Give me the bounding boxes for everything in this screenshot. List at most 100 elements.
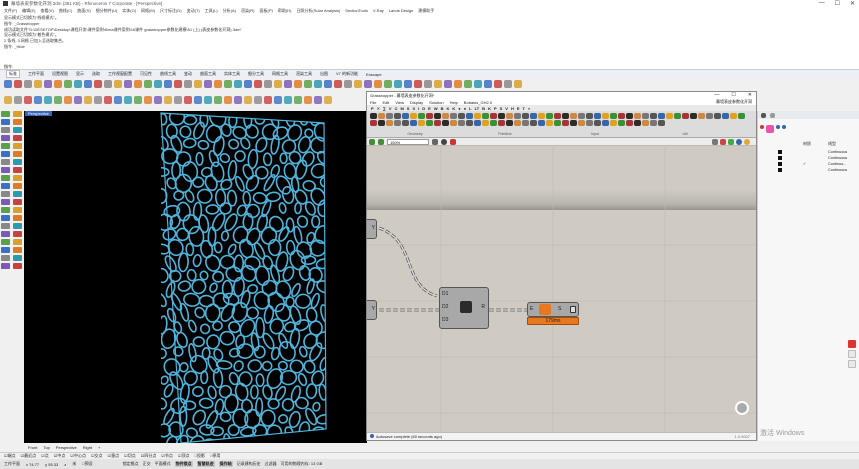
gh-component-icon[interactable] [506, 120, 513, 126]
close-button[interactable]: ✕ [850, 0, 855, 7]
gh-component-icon[interactable] [618, 120, 625, 126]
side-tool-icon[interactable] [12, 231, 22, 237]
status-toggle[interactable]: 锁定格点 [123, 461, 139, 467]
toolbar-tool-icon[interactable] [324, 80, 332, 88]
side-tool-icon[interactable] [1, 135, 10, 141]
toolbar-tool-icon[interactable] [244, 80, 252, 88]
gh-component-icon[interactable] [562, 120, 569, 126]
gh-component-icon[interactable] [546, 113, 553, 119]
toolbar-tool-icon[interactable] [444, 80, 452, 88]
menu-item[interactable]: 查看(V) [40, 8, 53, 14]
toolbar-tool-icon[interactable] [384, 80, 392, 88]
side-tool-icon[interactable] [12, 239, 22, 245]
toolbar-tool-icon[interactable] [224, 80, 232, 88]
layer-linetype[interactable]: Continuo... [828, 162, 846, 166]
merge-output-r[interactable]: R [481, 304, 485, 310]
menu-item[interactable]: 变动(T) [187, 8, 200, 14]
side-tool-icon[interactable] [12, 247, 22, 253]
viewport-tab[interactable]: Perspective [56, 445, 77, 450]
toolbar-tool-icon[interactable] [174, 80, 182, 88]
status-toggle[interactable]: 智慧轨迹 [196, 461, 215, 467]
gh-component-icon[interactable] [594, 120, 601, 126]
gh-component-icon[interactable] [554, 113, 561, 119]
toolbar-tool-icon[interactable] [254, 80, 262, 88]
gh-component-icon[interactable] [594, 113, 601, 119]
gh-component-tab[interactable]: V [388, 106, 393, 111]
viewport-tab[interactable]: Right [83, 445, 92, 450]
gh-component-icon[interactable] [386, 113, 393, 119]
menu-item[interactable]: 文件(F) [4, 8, 17, 14]
gh-menu-item[interactable]: File [370, 100, 376, 105]
gh-maximize-button[interactable]: ☐ [731, 92, 735, 98]
gh-component-tab[interactable]: LT [474, 106, 481, 111]
wireframe-preview-icon[interactable] [720, 138, 726, 145]
menu-item[interactable]: 曲线(C) [59, 8, 73, 14]
side-tool-icon[interactable] [12, 143, 22, 149]
properties-tab-icon[interactable] [770, 112, 775, 118]
toolbar-tool-icon[interactable] [134, 80, 142, 88]
side-tool-icon[interactable] [1, 231, 10, 237]
layer-color-swatch[interactable] [778, 167, 782, 172]
gh-component-icon[interactable] [642, 113, 649, 119]
gh-component-icon[interactable] [674, 113, 681, 119]
toolbar-tool-icon[interactable] [494, 80, 502, 88]
toolbar-tab[interactable]: V7 的新功能 [336, 71, 358, 77]
gh-component-icon[interactable] [538, 113, 545, 119]
gh-component-icon[interactable] [650, 113, 657, 119]
gh-component-icon[interactable] [466, 120, 473, 126]
toolbar-tool-icon[interactable] [464, 80, 472, 88]
menu-item[interactable]: 面板(P) [260, 8, 273, 14]
gh-component-tab[interactable]: » [527, 106, 531, 111]
gh-component-tab[interactable]: W [433, 106, 439, 111]
preview-toggle-icon[interactable] [570, 306, 576, 313]
side-tool-icon[interactable] [12, 119, 22, 125]
gh-component-icon[interactable] [474, 113, 481, 119]
gh-component-icon[interactable] [370, 113, 377, 119]
side-tool-icon[interactable] [12, 159, 22, 165]
side-tool-icon[interactable] [1, 175, 10, 181]
side-tool-icon[interactable] [12, 199, 22, 205]
toolbar-tool-icon[interactable] [514, 80, 522, 88]
gh-component-icon[interactable] [626, 120, 633, 126]
toolbar-tool-icon[interactable] [344, 80, 352, 88]
side-tool-icon[interactable] [1, 247, 10, 253]
view-tool-icon[interactable] [34, 96, 42, 104]
gh-close-button[interactable]: ✕ [748, 92, 752, 98]
menu-item[interactable]: 尺寸标注(D) [160, 8, 182, 14]
gh-menu-item[interactable]: Solution [429, 100, 443, 105]
gh-component-icon[interactable] [402, 113, 409, 119]
menu-item[interactable]: Lands Design [389, 8, 413, 13]
toolbar-tool-icon[interactable] [354, 80, 362, 88]
view-tool-icon[interactable] [104, 96, 112, 104]
gh-component-icon[interactable] [658, 120, 665, 126]
gh-component-icon[interactable] [522, 113, 529, 119]
status-toggle[interactable]: 平面模式 [155, 461, 171, 467]
gh-component-icon[interactable] [610, 113, 617, 119]
gh-component-icon[interactable] [722, 113, 729, 119]
gh-component-icon[interactable] [730, 113, 737, 119]
gh-component-icon[interactable] [586, 120, 593, 126]
gh-component-tab[interactable]: X [411, 106, 416, 111]
gh-component-tab[interactable]: S [406, 106, 411, 111]
gh-component-tab[interactable]: I [417, 106, 420, 111]
gh-component-tab[interactable]: M [399, 106, 404, 111]
preview-output-s[interactable]: S [558, 306, 561, 312]
gh-component-tab[interactable]: P [493, 106, 498, 111]
toolbar-tab[interactable]: 网格工具 [272, 71, 288, 77]
gh-menu-item[interactable]: Help [450, 100, 458, 105]
view-tool-icon[interactable] [94, 96, 102, 104]
gh-component-icon[interactable] [482, 120, 489, 126]
view-tool-icon[interactable] [234, 96, 242, 104]
toolbar-tool-icon[interactable] [414, 80, 422, 88]
move-down-icon[interactable] [782, 125, 786, 129]
gh-component-icon[interactable] [426, 113, 433, 119]
toolbar-tool-icon[interactable] [164, 80, 172, 88]
gh-component-icon[interactable] [394, 120, 401, 126]
side-tool-icon[interactable] [12, 191, 22, 197]
gh-component-tab[interactable]: K [487, 106, 492, 111]
side-tool-icon[interactable] [1, 167, 10, 173]
gh-component-icon[interactable] [402, 120, 409, 126]
viewport-tab[interactable]: Front [28, 445, 37, 450]
toolbar-tool-icon[interactable] [84, 80, 92, 88]
side-tool-icon[interactable] [12, 111, 22, 117]
